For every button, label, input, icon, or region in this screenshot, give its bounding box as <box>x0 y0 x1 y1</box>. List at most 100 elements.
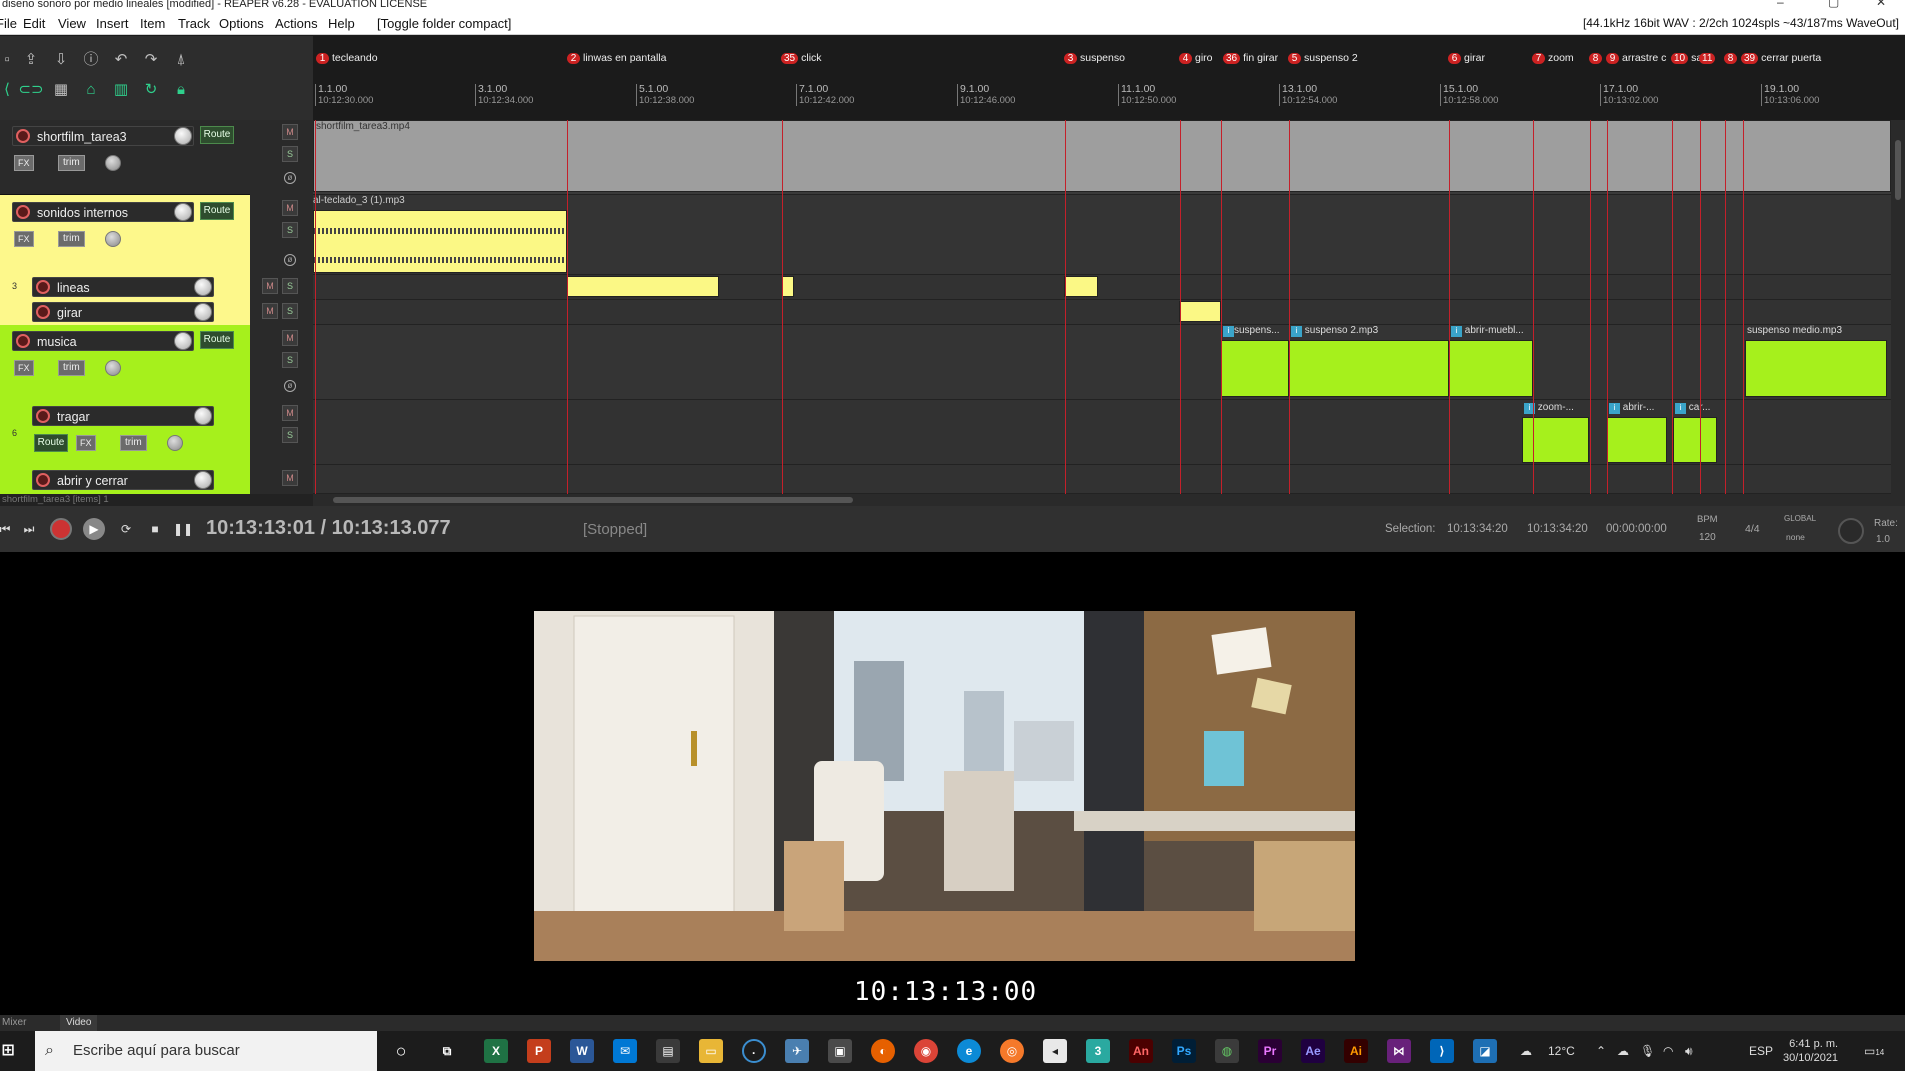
record-arm-icon[interactable] <box>16 205 30 219</box>
volume-knob[interactable] <box>174 332 192 350</box>
volume-knob[interactable] <box>194 278 212 296</box>
track-abrir-y-cerrar[interactable]: abrir y cerrar <box>0 465 250 494</box>
marker[interactable]: 1 tecleando <box>316 52 378 66</box>
item-giro[interactable] <box>1179 301 1221 322</box>
close-icon[interactable]: ✕ <box>1876 0 1886 8</box>
phase-icon[interactable]: ø <box>284 380 296 392</box>
trim-button[interactable]: trim <box>120 435 147 451</box>
reaper-icon[interactable]: ◍ <box>1215 1039 1239 1063</box>
item-abrir[interactable] <box>1607 417 1667 463</box>
go-end-icon[interactable]: ⏭ <box>18 518 40 540</box>
fx-button[interactable]: FX <box>76 435 96 451</box>
marker[interactable]: 7 zoom <box>1532 52 1574 66</box>
app-icon[interactable]: 3 <box>1086 1039 1110 1063</box>
phase-icon[interactable]: ø <box>284 254 296 266</box>
marker[interactable]: 3 suspenso <box>1064 52 1125 66</box>
marker[interactable]: 2 linwas en pantalla <box>567 52 666 66</box>
phase-icon[interactable]: ø <box>284 172 296 184</box>
app-icon[interactable]: · <box>742 1039 766 1063</box>
selection-end[interactable]: 10:13:34:20 <box>1527 523 1588 535</box>
stop-icon[interactable]: ■ <box>144 518 166 540</box>
marker[interactable]: 8 <box>1589 52 1605 66</box>
bpm-value[interactable]: 120 <box>1699 532 1716 543</box>
menu-file[interactable]: File <box>0 16 17 31</box>
arrange-view[interactable]: shortfilm_tarea3.mp4 al-teclado_3 (1).mp… <box>313 120 1891 494</box>
track-girar[interactable]: girar <box>0 300 250 325</box>
mute-button[interactable]: M <box>262 278 278 294</box>
track-name[interactable]: sonidos internos <box>12 202 194 222</box>
item-lineas[interactable] <box>567 276 719 297</box>
marker[interactable]: 9 arrastre c <box>1606 52 1666 66</box>
video-window[interactable]: 10:13:13:00 <box>0 552 1905 1015</box>
scroll-thumb[interactable] <box>1895 140 1901 200</box>
track-name[interactable]: tragar <box>32 406 214 426</box>
marker[interactable]: 10 sa <box>1671 52 1702 66</box>
track-name[interactable]: shortfilm_tarea3 <box>12 126 194 146</box>
pause-icon[interactable]: ❚❚ <box>172 518 194 540</box>
item-suspenso-medio[interactable] <box>1745 340 1887 397</box>
volume-knob[interactable] <box>194 471 212 489</box>
chrome-icon[interactable]: ◉ <box>914 1039 938 1063</box>
track-musica[interactable]: musica Route FX trim <box>0 325 250 400</box>
task-view-icon[interactable]: ⧉ <box>435 1039 459 1063</box>
item-suspenso-fx[interactable] <box>1064 276 1098 297</box>
notification-icon[interactable]: ▭14 <box>1864 1031 1884 1071</box>
mute-button[interactable]: M <box>282 330 298 346</box>
marker[interactable]: 11 <box>1699 52 1718 66</box>
route-button[interactable]: Route <box>34 434 68 452</box>
wifi-icon[interactable]: ◠ <box>1663 1031 1673 1071</box>
premiere-icon[interactable]: Pr <box>1258 1039 1282 1063</box>
word-icon[interactable]: W <box>570 1039 594 1063</box>
vertical-scrollbar[interactable] <box>1891 120 1905 494</box>
record-arm-icon[interactable] <box>36 305 50 319</box>
track-tragar[interactable]: 6 tragar Route FX trim <box>0 400 250 465</box>
fx-button[interactable]: FX <box>14 231 34 247</box>
trim-button[interactable]: trim <box>58 231 85 247</box>
pan-knob[interactable] <box>105 155 121 171</box>
audio-device-info[interactable]: [44.1kHz 16bit WAV : 2/2ch 1024spls ~43/… <box>1583 16 1899 30</box>
track-name[interactable]: girar <box>32 302 214 322</box>
rate-knob[interactable] <box>1838 518 1864 544</box>
solo-button[interactable]: S <box>282 352 298 368</box>
mute-button[interactable]: M <box>282 200 298 216</box>
play-icon[interactable]: ▶ <box>83 518 105 540</box>
fx-button[interactable]: FX <box>14 360 34 376</box>
marker[interactable]: 35 click <box>781 52 822 66</box>
marker[interactable]: 8 <box>1724 52 1740 66</box>
record-icon[interactable] <box>50 518 72 540</box>
item-abrir-mueble[interactable] <box>1449 340 1533 397</box>
volume-icon[interactable]: 🔊︎ <box>1685 1031 1693 1071</box>
scroll-thumb[interactable] <box>333 497 853 503</box>
illustrator-icon[interactable]: Ai <box>1344 1039 1368 1063</box>
menu-insert[interactable]: Insert <box>96 16 129 31</box>
marker[interactable]: 4 giro <box>1179 52 1213 66</box>
animate-icon[interactable]: An <box>1129 1039 1153 1063</box>
pan-knob[interactable] <box>105 231 121 247</box>
volume-knob[interactable] <box>194 407 212 425</box>
microphone-icon[interactable]: 🎙︎ <box>1640 1031 1655 1071</box>
weather-icon[interactable]: ☁ <box>1520 1031 1532 1071</box>
trim-button[interactable]: trim <box>58 155 85 171</box>
item-car[interactable] <box>1673 417 1717 463</box>
volume-knob[interactable] <box>174 203 192 221</box>
menu-help[interactable]: Help <box>328 16 355 31</box>
cortana-icon[interactable]: ○ <box>389 1039 413 1063</box>
mute-button[interactable]: M <box>262 303 278 319</box>
firefox-icon[interactable]: ◐ <box>871 1039 895 1063</box>
rate-value[interactable]: 1.0 <box>1876 534 1890 545</box>
menu-track[interactable]: Track <box>178 16 210 31</box>
record-arm-icon[interactable] <box>16 334 30 348</box>
track-name[interactable]: musica <box>12 331 194 351</box>
after-effects-icon[interactable]: Ae <box>1301 1039 1325 1063</box>
route-button[interactable]: Route <box>200 331 234 349</box>
menu-edit[interactable]: Edit <box>23 16 45 31</box>
transport-position[interactable]: 10:13:13:01 / 10:13:13.077 <box>206 517 451 540</box>
visual-studio-icon[interactable]: ⋈ <box>1387 1039 1411 1063</box>
menu-item[interactable]: Item <box>140 16 165 31</box>
mute-button[interactable]: M <box>282 405 298 421</box>
repeat-icon[interactable]: ⟳ <box>115 518 137 540</box>
app-icon[interactable]: ✈ <box>785 1039 809 1063</box>
onedrive-icon[interactable]: ☁ <box>1617 1031 1629 1071</box>
selection-start[interactable]: 10:13:34:20 <box>1447 523 1508 535</box>
marker[interactable]: 5 suspenso 2 <box>1288 52 1358 66</box>
